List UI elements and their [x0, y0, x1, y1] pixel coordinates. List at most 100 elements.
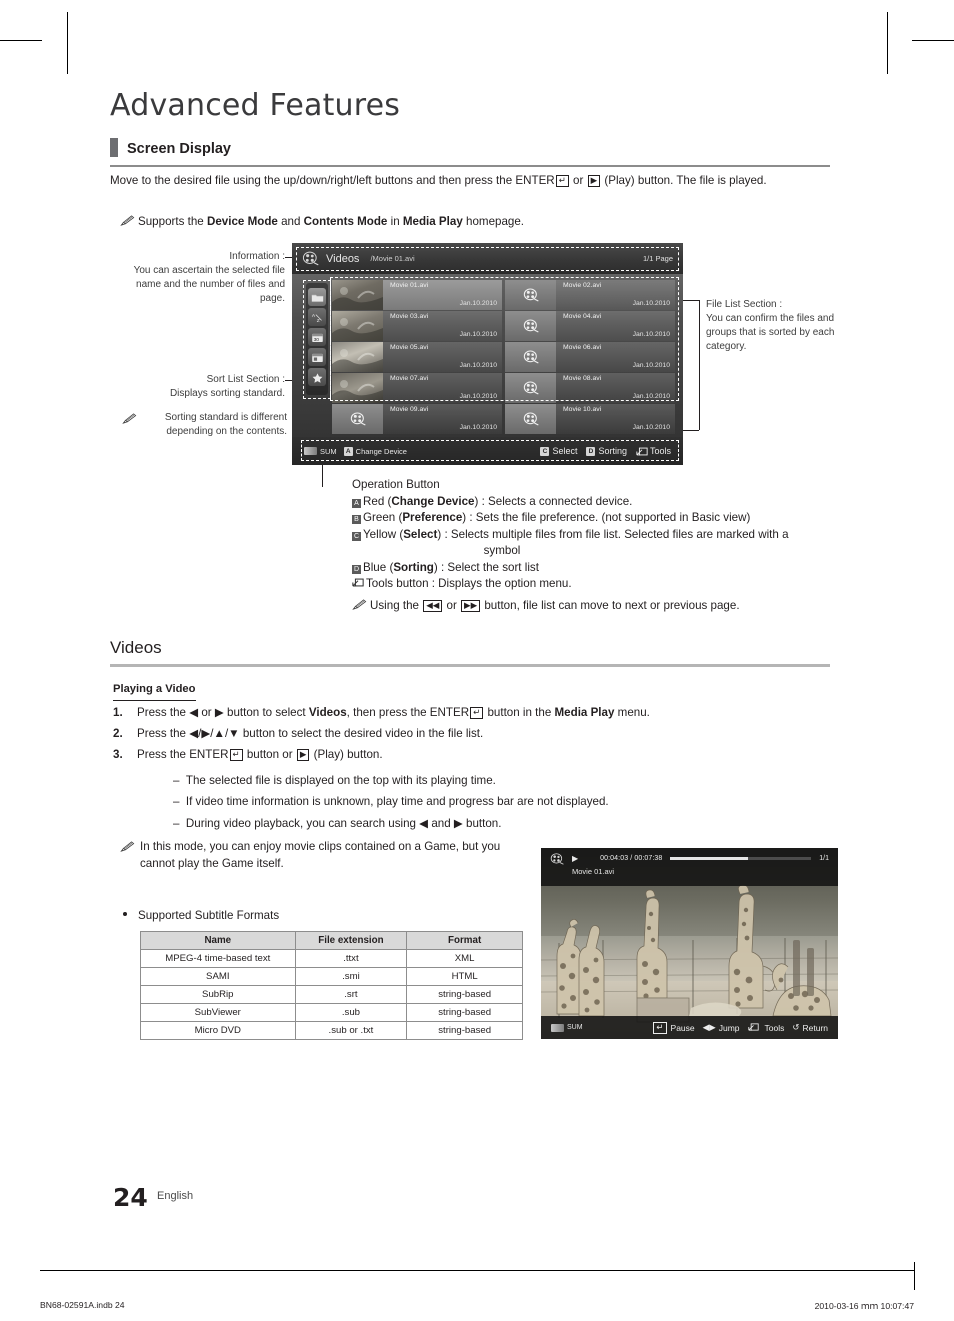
file-list-item[interactable]: Movie 07.avi Jan.10.2010	[332, 373, 502, 403]
tools-icon-dark	[352, 577, 364, 588]
sort-list-section[interactable]: AZ 30	[306, 283, 328, 395]
annotation-file-list: File List Section : You can confirm the …	[706, 298, 856, 354]
file-date: Jan.10.2010	[459, 300, 497, 307]
intro-paragraph: Move to the desired file using the up/do…	[110, 173, 832, 190]
annotation-sort-note-text: Sorting standard is different depending …	[164, 412, 287, 437]
op-row-2-name: Select	[403, 527, 438, 541]
dash-text-1: If video time information is unknown, pl…	[185, 795, 609, 808]
annotation-file-list-heading: File List Section :	[706, 299, 783, 310]
dash-text-2: During video playback, you can search us…	[185, 817, 502, 830]
file-date: Jan.10.2010	[632, 300, 670, 307]
file-list-item[interactable]: Movie 05.avi Jan.10.2010	[332, 342, 502, 372]
play-state-icon: ▶	[572, 853, 579, 863]
yellow-button-key[interactable]: C	[540, 446, 550, 456]
file-list-item[interactable]: Movie 03.avi Jan.10.2010	[332, 311, 502, 341]
op-row-tools: Tools button : Displays the option menu.	[352, 576, 822, 593]
op-row-0-color: Red	[363, 494, 385, 508]
bullet-dot	[123, 912, 127, 916]
op-note-a: Using the	[370, 598, 423, 612]
section-rule	[110, 165, 830, 167]
cell-extension: .sub or .txt	[294, 1021, 408, 1040]
file-thumbnail	[332, 373, 383, 403]
step-3-d: (Play) button.	[310, 748, 383, 761]
file-date: Jan.10.2010	[459, 331, 497, 338]
step-3-c: button or	[243, 748, 296, 761]
player-sum-label: SUM	[567, 1024, 583, 1031]
alphabetical-sort-icon[interactable]: AZ	[308, 308, 326, 326]
pencil-note-icon-2	[122, 413, 137, 425]
op-tools-label: Tools button : Displays the option menu.	[366, 577, 572, 590]
file-list-item[interactable]: Movie 08.avi Jan.10.2010	[505, 373, 675, 403]
leader-line-file-list-top	[683, 300, 699, 301]
manual-page: Advanced Features Screen Display Move to…	[0, 0, 954, 1321]
step-1-bold-media-play: Media Play	[554, 706, 615, 719]
file-name: Movie 10.avi	[563, 406, 602, 413]
return-key-glyph[interactable]: ↺	[792, 1022, 799, 1033]
note-contents-mode: Contents Mode	[303, 215, 388, 228]
file-list-item[interactable]: Movie 10.avi Jan.10.2010	[505, 404, 675, 434]
col-header-name: Name	[140, 931, 296, 950]
cell-extension: .sub	[294, 1003, 408, 1022]
file-meta: Movie 06.avi Jan.10.2010	[556, 342, 675, 372]
note-device-mode: Device Mode	[206, 215, 278, 228]
file-name: Movie 04.avi	[563, 313, 602, 320]
footer-file-name: BN68-02591A.indb 24	[40, 1300, 125, 1310]
cell-name: SubViewer	[140, 1003, 296, 1022]
cell-format: HTML	[406, 967, 523, 986]
return-label[interactable]: Return	[802, 1023, 828, 1033]
section-title: Screen Display	[127, 141, 231, 157]
pause-key-glyph[interactable]: ↵	[653, 1021, 667, 1034]
jump-label[interactable]: Jump	[719, 1023, 740, 1033]
file-meta: Movie 08.avi Jan.10.2010	[556, 373, 675, 403]
col-header-extension: File extension	[294, 931, 408, 950]
table-row: SAMI .smi HTML	[140, 967, 523, 986]
star-favorite-icon[interactable]	[308, 368, 326, 386]
file-date: Jan.10.2010	[459, 362, 497, 369]
step-2-text: Press the ◀/▶/▲/▼ button to select the d…	[137, 727, 484, 740]
file-list-item[interactable]: Movie 04.avi Jan.10.2010	[505, 311, 675, 341]
operation-button-title: Operation Button	[352, 478, 440, 491]
device-chip-icon-player	[551, 1023, 564, 1032]
jump-key-glyph[interactable]: ◀▶	[703, 1022, 716, 1033]
file-list-item[interactable]: Movie 09.avi Jan.10.2010	[332, 404, 502, 434]
tools-label-player[interactable]: Tools	[765, 1023, 785, 1033]
footer-crop-tick	[914, 1262, 915, 1290]
red-button-key[interactable]: A	[343, 446, 353, 456]
cell-extension: .ttxt	[294, 949, 408, 968]
cell-format: string-based	[406, 1003, 523, 1022]
op-row-3-color: Blue	[363, 560, 387, 574]
folder-icon[interactable]	[308, 288, 326, 306]
footer-select-label[interactable]: Select	[552, 446, 577, 456]
step-2-number: 2.	[113, 727, 123, 740]
dash-item-2: – During video playback, you can search …	[173, 817, 502, 830]
play-key-glyph-step3: ▶	[296, 749, 310, 761]
progress-bar[interactable]	[670, 856, 812, 860]
cell-format: string-based	[406, 1021, 523, 1040]
op-row-1: B Green (Preference) : Sets the file pref…	[352, 510, 822, 527]
note-supports-c: and	[277, 215, 304, 228]
footer-sorting-label[interactable]: Sorting	[598, 446, 627, 456]
footer-change-device-label[interactable]: Change Device	[356, 447, 407, 456]
svg-text:A: A	[311, 313, 315, 319]
pause-label[interactable]: Pause	[671, 1023, 695, 1033]
dash-item-0: – The selected file is displayed on the …	[173, 774, 496, 787]
file-list-section[interactable]: Movie 01.avi Jan.10.2010 Movie 02.avi Jan.1…	[332, 280, 675, 434]
blue-button-key[interactable]: D	[586, 446, 596, 456]
file-list-item[interactable]: Movie 06.avi Jan.10.2010	[505, 342, 675, 372]
date-30-icon[interactable]: 30	[308, 328, 326, 346]
step-1-b: , then press the ENTER	[346, 706, 470, 719]
footer-tools-label[interactable]: Tools	[650, 446, 671, 456]
file-list-item[interactable]: Movie 02.avi Jan.10.2010	[505, 280, 675, 310]
cell-format: XML	[406, 949, 523, 968]
file-list-item[interactable]: Movie 01.avi Jan.10.2010	[332, 280, 502, 310]
progress-fill	[670, 856, 748, 860]
step-3-text: Press the ENTER ↵ button or ▶ (Play) butt…	[137, 747, 837, 764]
calendar-icon[interactable]	[308, 348, 326, 366]
note-supports-a: Supports the	[138, 215, 207, 228]
blue-key-glyph: D	[352, 564, 361, 574]
step-1-d: menu.	[614, 706, 650, 719]
file-thumbnail	[332, 311, 383, 341]
file-date: Jan.10.2010	[632, 331, 670, 338]
videos-heading: Videos	[110, 638, 162, 657]
op-row-2-color: Yellow	[363, 527, 397, 541]
